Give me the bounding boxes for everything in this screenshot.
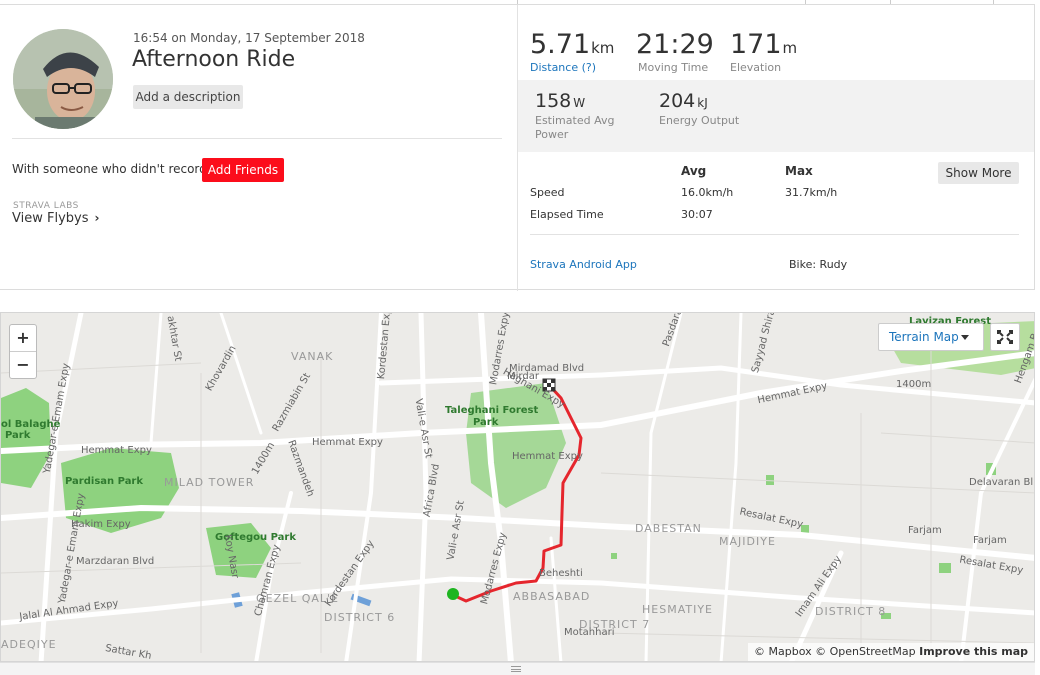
speed-max: 31.7km/h: [785, 186, 838, 199]
zoom-in-button[interactable]: +: [10, 325, 36, 352]
distance-stat: 5.71km Distance (?): [530, 29, 614, 74]
map-label: Delavaran Bl: [969, 477, 1034, 488]
energy-stat: 204 kJ Energy Output: [659, 90, 739, 128]
activity-summary-card: 16:54 on Monday, 17 September 2018 After…: [0, 4, 1035, 291]
map-label: Marzdaran Blvd: [76, 556, 155, 567]
map-label: Motahhari: [564, 627, 615, 638]
strava-labs-label: STRAVA LABS: [13, 201, 79, 211]
max-header: Max: [785, 164, 813, 178]
map-label: Pardisan Park: [65, 476, 144, 487]
map-label: Hemmat Expy: [81, 445, 152, 456]
moving-time-label: Moving Time: [638, 61, 709, 74]
elapsed-time-avg: 30:07: [681, 208, 713, 221]
speed-avg: 16.0km/h: [681, 186, 734, 199]
user-avatar-icon: [13, 29, 113, 129]
map-label: ADEQIYE: [1, 638, 57, 651]
map-label: DISTRICT 8: [815, 605, 887, 618]
zoom-out-button[interactable]: −: [10, 352, 36, 379]
grip-icon: [511, 666, 521, 672]
map-label: DISTRICT 6: [324, 611, 396, 624]
view-flybys-label: View Flybys: [12, 211, 89, 226]
moving-time-value: 21:29: [636, 29, 714, 60]
fullscreen-button[interactable]: [990, 323, 1020, 351]
start-marker: [447, 588, 459, 600]
attribution-text: © Mapbox © OpenStreetMap: [754, 645, 916, 658]
avatar[interactable]: [13, 29, 113, 129]
map-label: Farjam: [908, 525, 942, 536]
power-stat: 158 W Estimated Avg Power: [535, 90, 635, 142]
map-label: Park: [473, 417, 499, 428]
map-label: Farjam: [973, 535, 1007, 546]
add-friends-button[interactable]: Add Friends: [202, 158, 284, 182]
map-type-label: Terrain Map: [889, 330, 959, 344]
moving-time-stat: 21:29 Moving Time: [636, 29, 714, 74]
map-label: DABESTAN: [635, 522, 702, 535]
elevation-unit: m: [782, 39, 798, 57]
caret-down-icon: [961, 335, 969, 340]
map-resize-bar[interactable]: [0, 662, 1035, 675]
map-label: Hemmat Expy: [312, 437, 383, 448]
chevron-right-icon: ›: [94, 211, 100, 225]
distance-unit: km: [591, 39, 615, 57]
power-value: 158: [535, 90, 572, 112]
divider: [12, 138, 502, 139]
map-label: HESMATIYE: [642, 603, 713, 616]
divider: [530, 234, 1019, 235]
speed-label: Speed: [530, 186, 565, 199]
show-more-button[interactable]: Show More: [938, 162, 1019, 184]
elapsed-time-label: Elapsed Time: [530, 208, 604, 221]
view-flybys-link[interactable]: View Flybys ›: [12, 211, 99, 226]
zoom-control: + −: [9, 324, 37, 379]
map-label: ol Balaghe: [1, 419, 61, 430]
map-label: 1400m: [896, 379, 932, 390]
bike-name: Bike: Rudy: [789, 258, 848, 271]
map-label: MAJIDIYE: [719, 535, 776, 548]
activity-datetime: 16:54 on Monday, 17 September 2018: [133, 31, 365, 45]
map-label: ABBASABAD: [513, 590, 591, 603]
map-label: Hemmat Expy: [512, 451, 583, 462]
map-label: MILAD TOWER: [164, 476, 255, 489]
power-unit: W: [573, 96, 586, 110]
energy-label: Energy Output: [659, 114, 740, 127]
elevation-stat: 171m Elevation: [730, 29, 797, 74]
distance-value: 5.71: [530, 29, 591, 60]
elevation-label: Elevation: [730, 61, 782, 74]
activity-title[interactable]: Afternoon Ride: [132, 47, 295, 72]
strava-app-link[interactable]: Strava Android App: [530, 258, 637, 271]
power-label: Estimated Avg Power: [535, 114, 615, 141]
map-label: VANAK: [291, 350, 334, 363]
with-someone-text: With someone who didn't record?: [12, 162, 214, 176]
map-label: Beheshti: [539, 568, 583, 579]
map-label: Park: [5, 430, 31, 441]
map-label: Taleghani Forest: [445, 405, 539, 416]
improve-map-link[interactable]: Improve this map: [919, 645, 1028, 658]
elevation-value: 171: [730, 29, 782, 60]
expand-icon: [997, 330, 1013, 344]
map-type-dropdown[interactable]: Terrain Map: [878, 323, 984, 351]
add-description-button[interactable]: Add a description: [133, 85, 243, 109]
energy-value: 204: [659, 90, 696, 112]
avg-header: Avg: [681, 164, 707, 178]
energy-unit: kJ: [697, 96, 708, 110]
map-attribution: © Mapbox © OpenStreetMap Improve this ma…: [748, 643, 1034, 661]
distance-label-link[interactable]: Distance (?): [530, 61, 614, 74]
route-map[interactable]: Mirdamad Blvd Mirdar Haghani Expy Talegh…: [0, 312, 1035, 662]
